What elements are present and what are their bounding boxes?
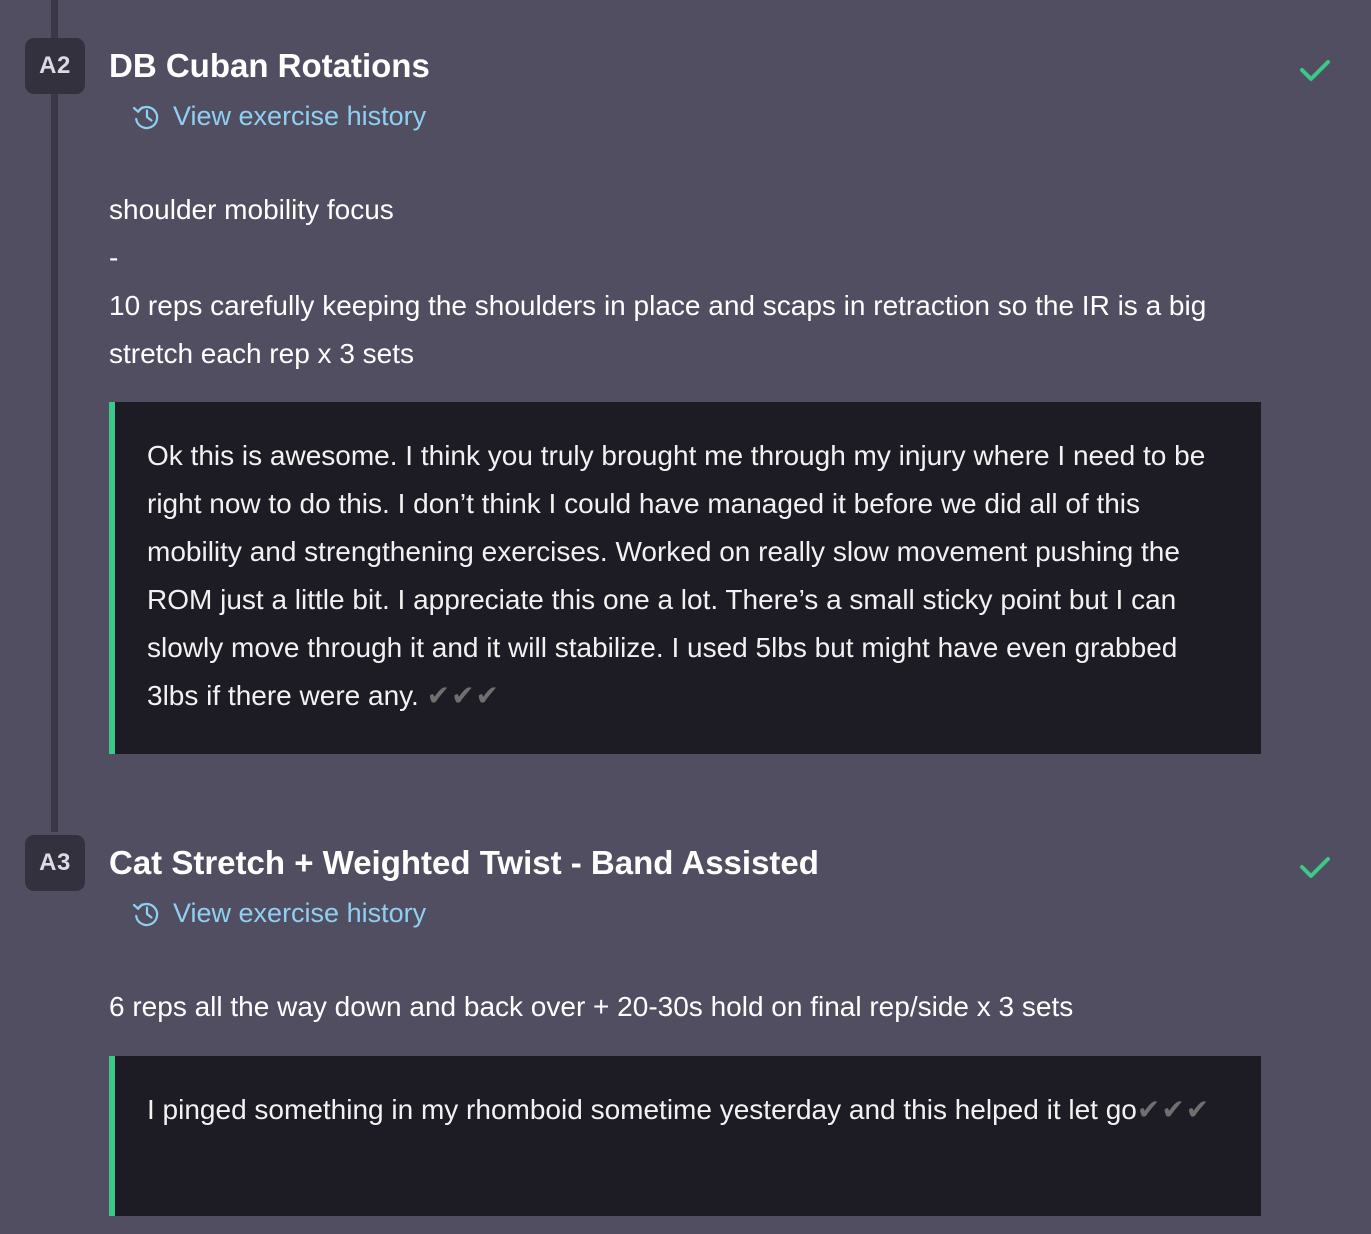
description-line: 6 reps all the way down and back over + …: [109, 991, 1074, 1022]
checkmark-icon[interactable]: [1297, 52, 1333, 88]
exercise-badge: A2: [25, 38, 85, 94]
timeline-line: [51, 0, 58, 832]
history-link-label: View exercise history: [173, 101, 427, 131]
view-exercise-history-link[interactable]: View exercise history: [132, 895, 426, 931]
description-line: shoulder mobility focus: [109, 194, 394, 225]
history-link-label: View exercise history: [173, 898, 427, 928]
description-line: 10 reps carefully keeping the shoulders …: [109, 290, 1207, 369]
exercise-title: DB Cuban Rotations: [109, 47, 430, 84]
note-checkmarks: ✔︎✔︎✔︎: [426, 680, 501, 711]
note-checkmarks: ✔︎✔︎✔︎: [1136, 1094, 1211, 1125]
note-text: Ok this is awesome. I think you truly br…: [147, 440, 1206, 711]
exercise-badge: A3: [25, 835, 85, 891]
exercise-title: Cat Stretch + Weighted Twist - Band Assi…: [109, 844, 819, 881]
history-clock-icon: [132, 105, 159, 130]
history-clock-icon: [132, 902, 159, 927]
note-text: I pinged something in my rhomboid someti…: [147, 1094, 1137, 1125]
exercise-note: I pinged something in my rhomboid someti…: [109, 1056, 1261, 1216]
exercise-description: shoulder mobility focus - 10 reps carefu…: [109, 186, 1269, 378]
view-exercise-history-link[interactable]: View exercise history: [132, 98, 426, 134]
exercise-note: Ok this is awesome. I think you truly br…: [109, 402, 1261, 754]
checkmark-icon[interactable]: [1297, 849, 1333, 885]
exercise-description: 6 reps all the way down and back over + …: [109, 983, 1269, 1031]
description-line: -: [109, 242, 119, 273]
